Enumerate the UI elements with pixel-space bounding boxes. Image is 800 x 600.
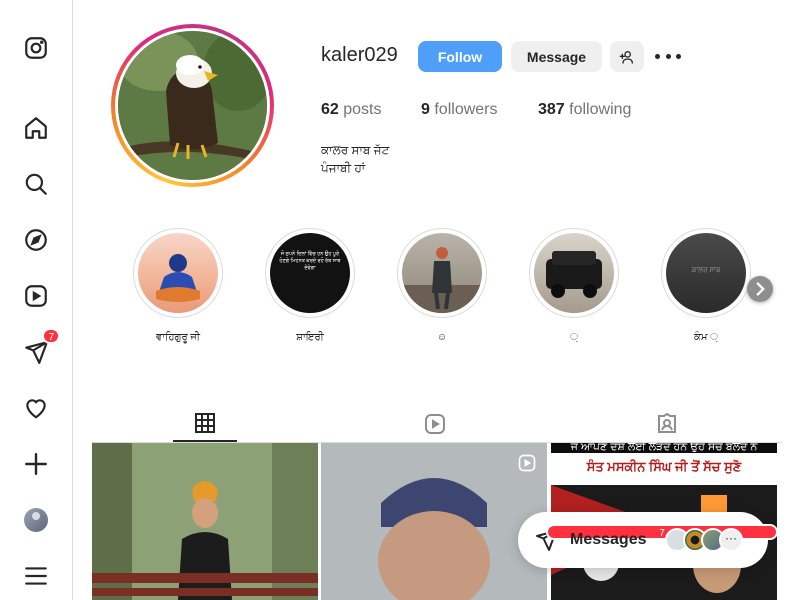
profile-picture <box>118 31 267 180</box>
home-icon[interactable] <box>22 114 50 142</box>
more-options-icon[interactable] <box>655 46 681 66</box>
create-icon[interactable] <box>22 450 50 478</box>
reels-icon[interactable] <box>22 282 50 310</box>
grid-icon <box>195 412 215 433</box>
highlights-next-button[interactable] <box>747 276 773 302</box>
bio-line-2: ਪੰਜਾਬੀ ਹਾਂ <box>321 161 366 175</box>
highlight-item[interactable]: ਜੋ ਸੁਪਨੇ ਦਿਲਾਂ ਵਿੱਚ ਹਨ ਉਹ ਪੂਰੇ ਹੋਣਗੇ ਮਿਹ… <box>265 228 355 343</box>
highlight-label: ਼ <box>570 332 578 343</box>
highlight-cover: ਜੋ ਸੁਪਨੇ ਦਿਲਾਂ ਵਿੱਚ ਹਨ ਉਹ ਪੂਰੇ ਹੋਣਗੇ ਮਿਹ… <box>270 233 350 313</box>
reels-icon <box>425 414 445 434</box>
reel-indicator-icon <box>748 454 766 472</box>
messages-icon[interactable]: 7 <box>22 328 60 366</box>
message-button[interactable]: Message <box>511 41 602 72</box>
search-icon[interactable] <box>22 170 50 198</box>
sidebar: 7 <box>0 0 73 600</box>
recent-chats-avatars: ··· <box>665 528 743 552</box>
highlight-cover <box>402 233 482 313</box>
tagged-icon <box>658 412 676 433</box>
profile-avatar[interactable] <box>24 508 48 532</box>
highlight-cover: ਕਾਲਰ ਸਾਬ <box>666 233 746 313</box>
more-chats-icon: ··· <box>719 528 743 552</box>
post-thumbnail[interactable] <box>321 443 547 600</box>
highlight-label: ਸ਼ਾਇਰੀ <box>296 332 324 343</box>
profile-page: kaler029 Follow Message 62 posts 9 follo… <box>73 0 800 600</box>
post-caption-main: ਸੰਤ ਮਸਕੀਨ ਸਿੰਘ ਜੀ ਤੋਂ ਸੱਚ ਸੁਣੋ <box>586 459 742 474</box>
tagged-tab[interactable] <box>635 405 699 443</box>
profile-username: kaler029 <box>321 44 398 66</box>
explore-icon[interactable] <box>22 226 50 254</box>
posts-stat: 62 posts <box>321 101 382 119</box>
highlight-cover <box>138 233 218 313</box>
posts-count: 62 <box>321 101 339 118</box>
highlight-label: ਵਾਹਿਗੁਰੂ ਜੀ <box>156 332 200 343</box>
following-label: following <box>569 101 632 118</box>
following-count: 387 <box>538 101 565 118</box>
posts-grid-tab[interactable] <box>173 405 237 442</box>
highlight-label: ਕੰਮ ਼ <box>694 332 718 343</box>
followers-count: 9 <box>421 101 430 118</box>
instagram-logo-icon[interactable] <box>22 34 50 62</box>
highlight-label: ☺ <box>436 332 448 343</box>
highlight-item[interactable]: ਵਾਹਿਗੁਰੂ ਜੀ <box>133 228 223 343</box>
reels-tab[interactable] <box>403 405 467 443</box>
add-user-icon <box>619 50 633 64</box>
highlight-item[interactable]: ਕਾਲਰ ਸਾਬ ਕੰਮ ਼ <box>661 228 751 343</box>
profile-picture-ring[interactable] <box>111 24 274 187</box>
notifications-icon[interactable] <box>22 394 50 422</box>
messages-label: Messages <box>570 531 647 548</box>
messages-badge: 7 <box>42 328 60 344</box>
highlight-cover-text: ਜੋ ਸੁਪਨੇ ਦਿਲਾਂ ਵਿੱਚ ਹਨ ਉਹ ਪੂਰੇ ਹੋਣਗੇ ਮਿਹ… <box>279 251 341 271</box>
menu-icon[interactable] <box>22 562 50 590</box>
following-stat[interactable]: 387 following <box>538 101 631 119</box>
reel-indicator-icon <box>518 454 536 472</box>
post-thumbnail[interactable] <box>92 443 318 600</box>
messages-floating-button[interactable]: 7 Messages ··· <box>518 512 778 568</box>
highlight-item[interactable]: ☺ <box>397 228 487 343</box>
highlight-cover-text: ਕਾਲਰ ਸਾਬ <box>691 267 721 274</box>
follow-button[interactable]: Follow <box>418 41 502 72</box>
highlight-cover <box>534 233 614 313</box>
highlight-item[interactable]: ਼ <box>529 228 619 343</box>
followers-label: followers <box>434 101 498 118</box>
posts-label: posts <box>343 101 382 118</box>
bio-line-1: ਕਾਲਰ ਸਾਬ ਜੱਟ <box>321 143 390 157</box>
suggest-users-button[interactable] <box>610 41 644 72</box>
chevron-right-icon <box>747 276 773 302</box>
followers-stat[interactable]: 9 followers <box>421 101 498 119</box>
